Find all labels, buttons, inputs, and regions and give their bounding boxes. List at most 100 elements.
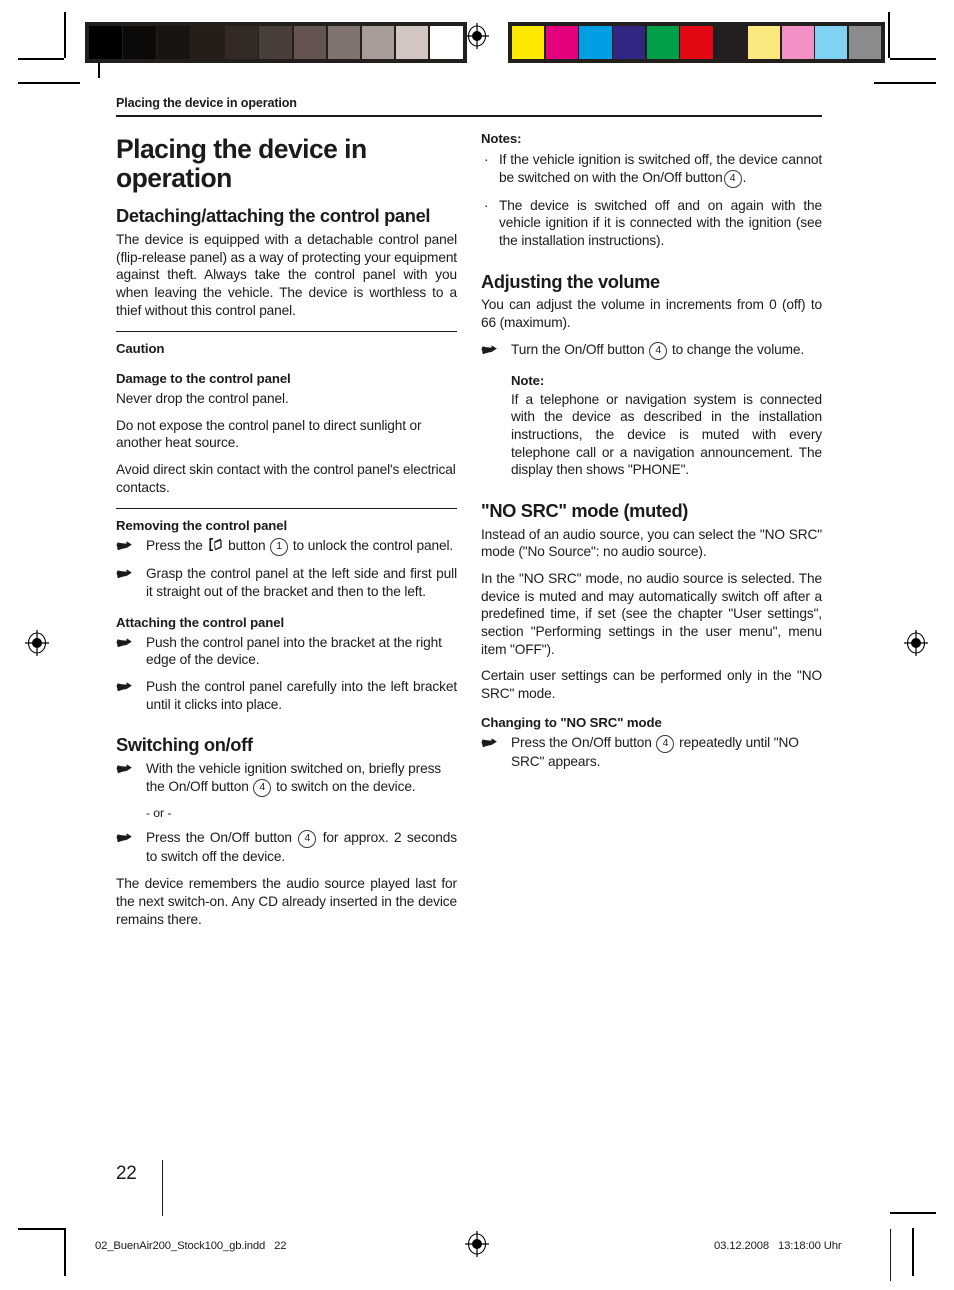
section-heading-nosrc: "NO SRC" mode (muted) — [481, 499, 689, 521]
document-page: Placing the device in operation Placing … — [0, 0, 954, 1290]
switching-off-steps-list: Press the On/Off button 4 for approx. 2 … — [116, 829, 457, 866]
step-text-volume-a: Turn the On/Off button — [511, 341, 645, 357]
list-item: With the vehicle ignition switched on, b… — [116, 760, 457, 797]
step-text-changing-a: Press the On/Off button — [511, 734, 652, 750]
color-swatch — [259, 26, 293, 59]
note-text-1a: If the vehicle ignition is switched off,… — [499, 151, 822, 185]
column-right: Notes: · If the vehicle ignition is swit… — [481, 131, 822, 770]
callout-number: 4 — [253, 778, 272, 797]
callout-number: 4 — [298, 829, 317, 848]
volume-steps-list: Turn the On/Off button 4 to change the v… — [481, 341, 822, 360]
note-text-2: The device is switched off and on again … — [499, 197, 822, 248]
header-divider — [116, 115, 822, 117]
caution-rule-bottom — [116, 508, 457, 510]
running-head: Placing the device in operation — [116, 96, 297, 110]
hand-pointer-icon — [116, 637, 136, 650]
section-heading-switching: Switching on/off — [116, 734, 253, 756]
hand-pointer-icon — [116, 832, 136, 845]
changing-nosrc-steps-list: Press the On/Off button 4 repeatedly unt… — [481, 734, 822, 771]
list-item: Press the On/Off button 4 repeatedly unt… — [481, 734, 822, 771]
hand-pointer-icon — [481, 737, 501, 750]
note-paragraph-phone: If a telephone or navigation system is c… — [511, 391, 822, 478]
color-swatch — [361, 26, 395, 59]
footer-file-label: 02_BuenAir200_Stock100_gb.indd 22 — [95, 1240, 287, 1252]
hand-pointer-icon — [116, 540, 136, 553]
color-swatch — [680, 26, 713, 59]
step-text-press-a: Press the — [146, 538, 203, 554]
step-text-press-c: to unlock the control panel. — [292, 538, 454, 554]
crop-mark-right-edge-h — [874, 82, 936, 84]
page-number: 22 — [116, 1163, 137, 1184]
crop-mark-bottom-right-v — [912, 1228, 914, 1276]
hand-pointer-icon — [116, 763, 136, 776]
list-item: Press the On/Off button 4 for approx. 2 … — [116, 829, 457, 866]
crop-mark-top-left-v — [64, 12, 66, 58]
notes-heading: Notes: — [481, 131, 522, 146]
callout-number: 1 — [270, 538, 289, 557]
color-swatch — [646, 26, 679, 59]
crop-mark-bottom-right-h — [890, 1212, 936, 1214]
step-text-switch-off-a: Press the On/Off button — [146, 829, 292, 845]
footer-timestamp: 03.12.2008 13:18:00 Uhr — [714, 1240, 842, 1252]
color-swatch — [327, 26, 361, 59]
notes-list: · If the vehicle ignition is switched of… — [481, 151, 822, 250]
color-swatch — [815, 26, 848, 59]
paragraph-volume-range: You can adjust the volume in increments … — [481, 297, 822, 331]
step-text-push-left: Push the control panel carefully into th… — [146, 678, 457, 712]
attaching-steps-list: Push the control panel into the bracket … — [116, 634, 457, 714]
two-column-layout: Placing the device in operation Detachin… — [116, 131, 822, 1151]
crop-mark-bottom-left-v — [64, 1228, 66, 1276]
color-swatch — [89, 26, 122, 59]
color-swatch — [714, 26, 747, 59]
callout-number: 4 — [656, 734, 675, 753]
note-block-phone: Note: If a telephone or navigation syste… — [511, 373, 822, 479]
hand-pointer-icon — [116, 568, 136, 581]
crop-mark-left-edge-h — [18, 82, 80, 84]
footer-divider — [890, 1229, 891, 1281]
subheading-removing-panel: Removing the control panel — [116, 518, 288, 534]
note-text-1b: . — [742, 169, 747, 185]
grayscale-calibration-bar — [85, 22, 467, 63]
registration-mark-left — [24, 630, 50, 656]
list-item: Turn the On/Off button 4 to change the v… — [481, 341, 822, 360]
page-number-divider — [162, 1160, 163, 1216]
crop-mark-top-left-h — [18, 58, 64, 60]
caution-heading: Caution — [116, 341, 165, 357]
paragraph-detaching-intro: The device is equipped with a detachable… — [116, 232, 457, 318]
flip-release-panel-icon — [208, 537, 223, 552]
crop-mark-bottom-left-h — [18, 1228, 64, 1230]
step-text-press-b: button — [228, 538, 266, 554]
color-swatch — [781, 26, 814, 59]
subheading-attaching-panel: Attaching the control panel — [116, 614, 285, 630]
color-swatch — [848, 26, 882, 59]
list-item: · If the vehicle ignition is switched of… — [481, 151, 822, 188]
registration-mark-right — [903, 630, 929, 656]
switching-steps-list: With the vehicle ignition switched on, b… — [116, 760, 457, 797]
color-swatch — [613, 26, 646, 59]
section-heading-detaching: Detaching/attaching the control panel — [116, 205, 431, 227]
page-title: Placing the device in operation — [116, 134, 367, 193]
callout-number: 4 — [649, 341, 668, 360]
caution-subheading: Damage to the control panel — [116, 371, 291, 387]
list-item: Push the control panel carefully into th… — [116, 678, 457, 713]
list-item: Grasp the control panel at the left side… — [116, 565, 457, 600]
color-swatch — [225, 26, 258, 59]
registration-mark-bottom-center — [464, 1231, 490, 1260]
note-heading: Note: — [511, 372, 545, 388]
removing-steps-list: Press the button 1 to unlock the control… — [116, 537, 457, 600]
color-swatch — [512, 26, 545, 59]
caution-paragraph-1: Never drop the control panel. — [116, 391, 289, 407]
color-swatch — [293, 26, 327, 59]
color-swatch — [123, 26, 156, 59]
column-left: Placing the device in operation Detachin… — [116, 131, 457, 928]
paragraph-nosrc-1: Instead of an audio source, you can sele… — [481, 526, 822, 560]
hand-pointer-icon — [116, 681, 136, 694]
color-calibration-bar — [508, 22, 886, 63]
registration-mark-top-center — [464, 23, 490, 49]
callout-number: 4 — [723, 169, 742, 188]
step-text-switch-on-b: to switch on the device. — [276, 778, 416, 794]
list-item: · The device is switched off and on agai… — [481, 197, 822, 250]
or-separator: - or - — [146, 805, 172, 820]
page-content: Placing the device in operation Placing … — [116, 96, 822, 1151]
color-swatch — [545, 26, 578, 59]
